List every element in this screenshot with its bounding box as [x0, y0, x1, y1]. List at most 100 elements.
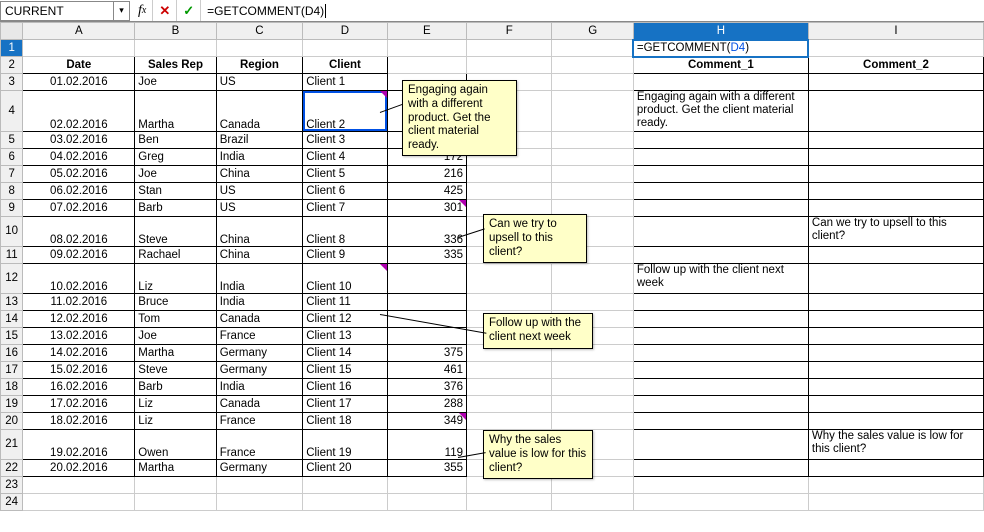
cell[interactable] — [552, 293, 633, 310]
col-header-A[interactable]: A — [23, 23, 135, 40]
cell[interactable] — [552, 131, 633, 148]
row-header[interactable]: 17 — [1, 361, 23, 378]
cancel-icon[interactable]: ✕ — [153, 0, 177, 21]
cell-client[interactable]: Client 17 — [303, 395, 387, 412]
row-header[interactable]: 20 — [1, 412, 23, 429]
cell-client[interactable]: Client 4 — [303, 148, 387, 165]
cell[interactable] — [135, 493, 216, 510]
cell-date[interactable]: 08.02.2016 — [23, 216, 135, 246]
cell[interactable] — [303, 493, 387, 510]
cell-region[interactable]: China — [216, 246, 302, 263]
cell-value[interactable]: 461 — [387, 361, 466, 378]
cell-value[interactable]: 355 — [387, 459, 466, 476]
cell-comment-2[interactable] — [808, 131, 983, 148]
row-header[interactable]: 24 — [1, 493, 23, 510]
cell-value[interactable]: 336 — [387, 216, 466, 246]
cell-date[interactable]: 18.02.2016 — [23, 412, 135, 429]
cell[interactable] — [808, 476, 983, 493]
cell-rep[interactable]: Bruce — [135, 293, 216, 310]
cell-rep[interactable]: Tom — [135, 310, 216, 327]
cell-value[interactable]: 216 — [387, 165, 466, 182]
name-box[interactable]: CURRENT ▾ — [0, 1, 130, 21]
cell-rep[interactable]: Rachael — [135, 246, 216, 263]
cell-client[interactable]: Client 5 — [303, 165, 387, 182]
cell-client[interactable]: Client 18 — [303, 412, 387, 429]
cell-rep[interactable]: Martha — [135, 344, 216, 361]
row-header[interactable]: 22 — [1, 459, 23, 476]
cell-region[interactable]: Canada — [216, 91, 302, 132]
cell-value[interactable] — [387, 263, 466, 293]
row-header[interactable]: 10 — [1, 216, 23, 246]
cell-comment-1[interactable] — [633, 165, 808, 182]
cell-comment-1[interactable] — [633, 293, 808, 310]
cell-rep[interactable]: Owen — [135, 429, 216, 459]
cell-date[interactable]: 02.02.2016 — [23, 91, 135, 132]
cell-client[interactable]: Client 15 — [303, 361, 387, 378]
cell-client[interactable]: Client 7 — [303, 199, 387, 216]
cell-rep[interactable]: Liz — [135, 395, 216, 412]
cell-value[interactable]: 376 — [387, 378, 466, 395]
row-header[interactable]: 8 — [1, 182, 23, 199]
cell-region[interactable]: US — [216, 182, 302, 199]
cell[interactable] — [552, 361, 633, 378]
cell-date[interactable]: 16.02.2016 — [23, 378, 135, 395]
row-header[interactable]: 23 — [1, 476, 23, 493]
cell-region[interactable]: China — [216, 216, 302, 246]
cell-comment-2[interactable] — [808, 344, 983, 361]
cell-rep[interactable]: Martha — [135, 91, 216, 132]
cell[interactable] — [303, 476, 387, 493]
cell-date[interactable]: 14.02.2016 — [23, 344, 135, 361]
cell[interactable] — [216, 493, 302, 510]
cell[interactable] — [387, 40, 466, 57]
cell[interactable] — [552, 263, 633, 293]
cell-region[interactable]: India — [216, 263, 302, 293]
cell-comment-2[interactable] — [808, 310, 983, 327]
cell-client[interactable]: Client 6 — [303, 182, 387, 199]
cell-value[interactable]: 119 — [387, 429, 466, 459]
cell[interactable] — [552, 395, 633, 412]
cell-rep[interactable]: Barb — [135, 199, 216, 216]
row-header[interactable]: 5 — [1, 131, 23, 148]
cell[interactable] — [808, 40, 983, 57]
cell-value[interactable] — [387, 327, 466, 344]
cell-rep[interactable]: Joe — [135, 74, 216, 91]
row-header[interactable]: 15 — [1, 327, 23, 344]
cell-client[interactable]: Client 16 — [303, 378, 387, 395]
name-box-dropdown-icon[interactable]: ▾ — [113, 2, 129, 20]
cell-comment-1[interactable] — [633, 148, 808, 165]
cell-region[interactable]: France — [216, 327, 302, 344]
cell-comment-2[interactable] — [808, 246, 983, 263]
cell-comment-2[interactable] — [808, 459, 983, 476]
cell-comment-1[interactable] — [633, 429, 808, 459]
cell-comment-2[interactable] — [808, 327, 983, 344]
cell-date[interactable]: 11.02.2016 — [23, 293, 135, 310]
cell-comment-2[interactable]: Why the sales value is low for this clie… — [808, 429, 983, 459]
cell[interactable] — [467, 378, 552, 395]
cell-comment-1[interactable] — [633, 378, 808, 395]
active-cell-H1[interactable]: =GETCOMMENT(D4) — [633, 40, 808, 57]
cell-comment-2[interactable] — [808, 148, 983, 165]
cell[interactable] — [552, 57, 633, 74]
header-date[interactable]: Date — [23, 57, 135, 74]
cell-comment-1[interactable]: Engaging again with a different product.… — [633, 91, 808, 132]
cell[interactable] — [23, 40, 135, 57]
cell-date[interactable]: 06.02.2016 — [23, 182, 135, 199]
cell-region[interactable]: Germany — [216, 344, 302, 361]
cell-client[interactable]: Client 1 — [303, 74, 387, 91]
cell-date[interactable]: 19.02.2016 — [23, 429, 135, 459]
cell-value[interactable]: 288 — [387, 395, 466, 412]
cell[interactable] — [467, 263, 552, 293]
cell-rep[interactable]: Martha — [135, 459, 216, 476]
row-header[interactable]: 19 — [1, 395, 23, 412]
cell[interactable] — [808, 493, 983, 510]
cell-rep[interactable]: Greg — [135, 148, 216, 165]
cell-comment-2[interactable] — [808, 182, 983, 199]
col-header-F[interactable]: F — [467, 23, 552, 40]
cell[interactable] — [467, 57, 552, 74]
cell[interactable] — [552, 412, 633, 429]
header-comment-1[interactable]: Comment_1 — [633, 57, 808, 74]
cell[interactable] — [633, 476, 808, 493]
cell-comment-2[interactable] — [808, 412, 983, 429]
cell-date[interactable]: 12.02.2016 — [23, 310, 135, 327]
row-header[interactable]: 14 — [1, 310, 23, 327]
